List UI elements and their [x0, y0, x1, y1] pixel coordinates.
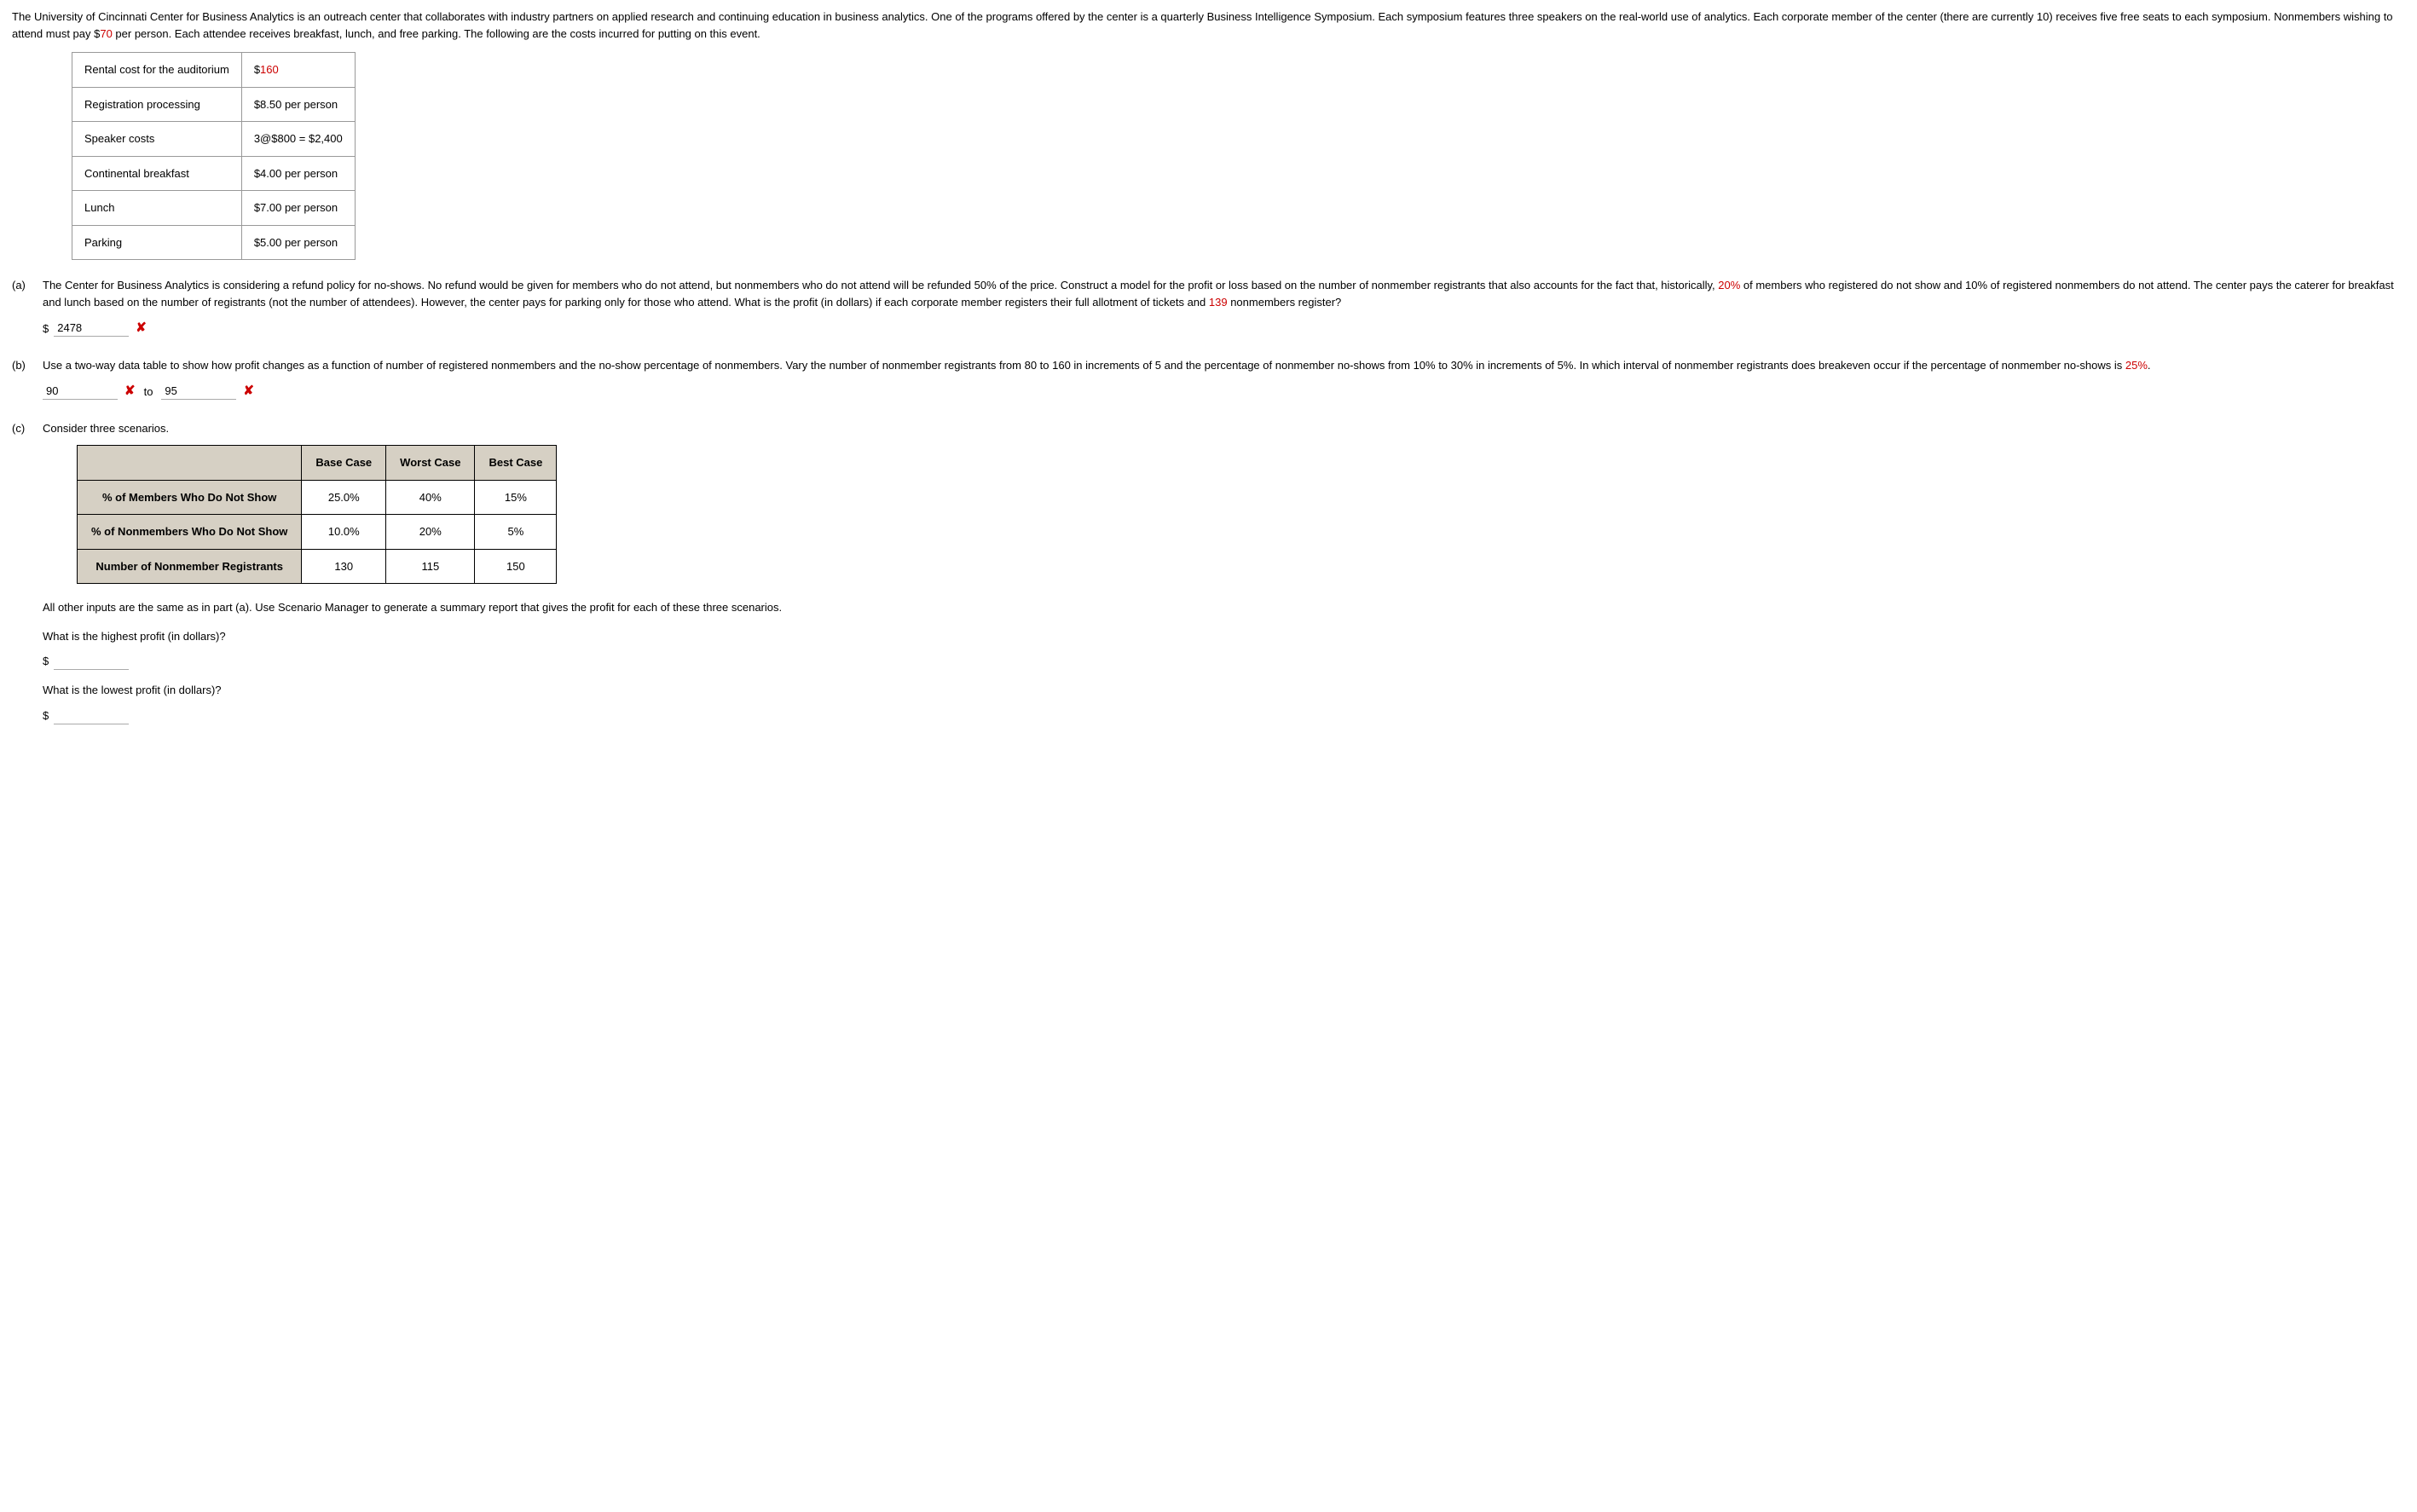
wrong-icon: ✘ — [243, 382, 254, 401]
nonmember-count: 139 — [1209, 296, 1228, 309]
cell: 130 — [302, 549, 386, 584]
row-header: % of Members Who Do Not Show — [78, 480, 302, 515]
cost-label: Speaker costs — [72, 122, 242, 157]
dollar-sign: $ — [43, 320, 49, 338]
scenario-table: Base Case Worst Case Best Case % of Memb… — [77, 445, 557, 584]
table-row: Continental breakfast $4.00 per person — [72, 156, 356, 191]
row-header: Number of Nonmember Registrants — [78, 549, 302, 584]
lowest-profit-input[interactable] — [54, 707, 129, 724]
intro-text-b: per person. Each attendee receives break… — [113, 27, 760, 40]
part-c: (c) Consider three scenarios. Base Case … — [12, 420, 2405, 724]
col-base: Base Case — [302, 446, 386, 481]
cost-label: Rental cost for the auditorium — [72, 53, 242, 88]
to-word: to — [144, 384, 153, 401]
part-b-text-1: Use a two-way data table to show how pro… — [43, 359, 2125, 372]
table-row: Number of Nonmember Registrants 130 115 … — [78, 549, 557, 584]
part-b-label: (b) — [12, 357, 43, 401]
cell: 115 — [386, 549, 475, 584]
cell: 20% — [386, 515, 475, 550]
cell: 150 — [475, 549, 557, 584]
row-header: % of Nonmembers Who Do Not Show — [78, 515, 302, 550]
part-c-intro: Consider three scenarios. — [43, 422, 169, 435]
part-c-after: All other inputs are the same as in part… — [43, 599, 2405, 616]
part-a-text-3: nonmembers register? — [1228, 296, 1342, 309]
part-a-text-1: The Center for Business Analytics is con… — [43, 279, 1718, 291]
cost-value: $160 — [241, 53, 355, 88]
cost-label: Registration processing — [72, 87, 242, 122]
part-c-label: (c) — [12, 420, 43, 724]
table-row: Lunch $7.00 per person — [72, 191, 356, 226]
table-row: % of Members Who Do Not Show 25.0% 40% 1… — [78, 480, 557, 515]
part-b-answer-high-input[interactable] — [161, 383, 236, 400]
cost-label: Continental breakfast — [72, 156, 242, 191]
table-row: Rental cost for the auditorium $160 — [72, 53, 356, 88]
highest-profit-input[interactable] — [54, 653, 129, 670]
part-a-answer-input[interactable] — [54, 320, 129, 337]
member-noshow-pct: 20% — [1718, 279, 1740, 291]
cost-value: $4.00 per person — [241, 156, 355, 191]
wrong-icon: ✘ — [136, 319, 147, 338]
part-b-answer-low-input[interactable] — [43, 383, 118, 400]
part-a-label: (a) — [12, 277, 43, 338]
cost-value: $5.00 per person — [241, 225, 355, 260]
cell: 5% — [475, 515, 557, 550]
costs-table: Rental cost for the auditorium $160 Regi… — [72, 52, 356, 260]
cell: 15% — [475, 480, 557, 515]
cost-value: 3@$800 = $2,400 — [241, 122, 355, 157]
dollar-sign: $ — [43, 653, 49, 670]
table-row: Registration processing $8.50 per person — [72, 87, 356, 122]
cell: 40% — [386, 480, 475, 515]
col-best: Best Case — [475, 446, 557, 481]
table-row: % of Nonmembers Who Do Not Show 10.0% 20… — [78, 515, 557, 550]
highest-profit-question: What is the highest profit (in dollars)? — [43, 628, 2405, 645]
cost-value: $7.00 per person — [241, 191, 355, 226]
cell: 10.0% — [302, 515, 386, 550]
cost-value: $8.50 per person — [241, 87, 355, 122]
fee-value: 70 — [100, 27, 112, 40]
table-row: Speaker costs 3@$800 = $2,400 — [72, 122, 356, 157]
part-a: (a) The Center for Business Analytics is… — [12, 277, 2405, 338]
table-row: Parking $5.00 per person — [72, 225, 356, 260]
lowest-profit-question: What is the lowest profit (in dollars)? — [43, 682, 2405, 699]
noshow-pct: 25% — [2125, 359, 2148, 372]
part-b: (b) Use a two-way data table to show how… — [12, 357, 2405, 401]
col-worst: Worst Case — [386, 446, 475, 481]
dollar-sign: $ — [43, 707, 49, 724]
wrong-icon: ✘ — [124, 382, 136, 401]
part-b-text-2: . — [2148, 359, 2151, 372]
cost-label: Lunch — [72, 191, 242, 226]
cost-label: Parking — [72, 225, 242, 260]
problem-intro: The University of Cincinnati Center for … — [12, 9, 2405, 42]
cell: 25.0% — [302, 480, 386, 515]
empty-header — [78, 446, 302, 481]
